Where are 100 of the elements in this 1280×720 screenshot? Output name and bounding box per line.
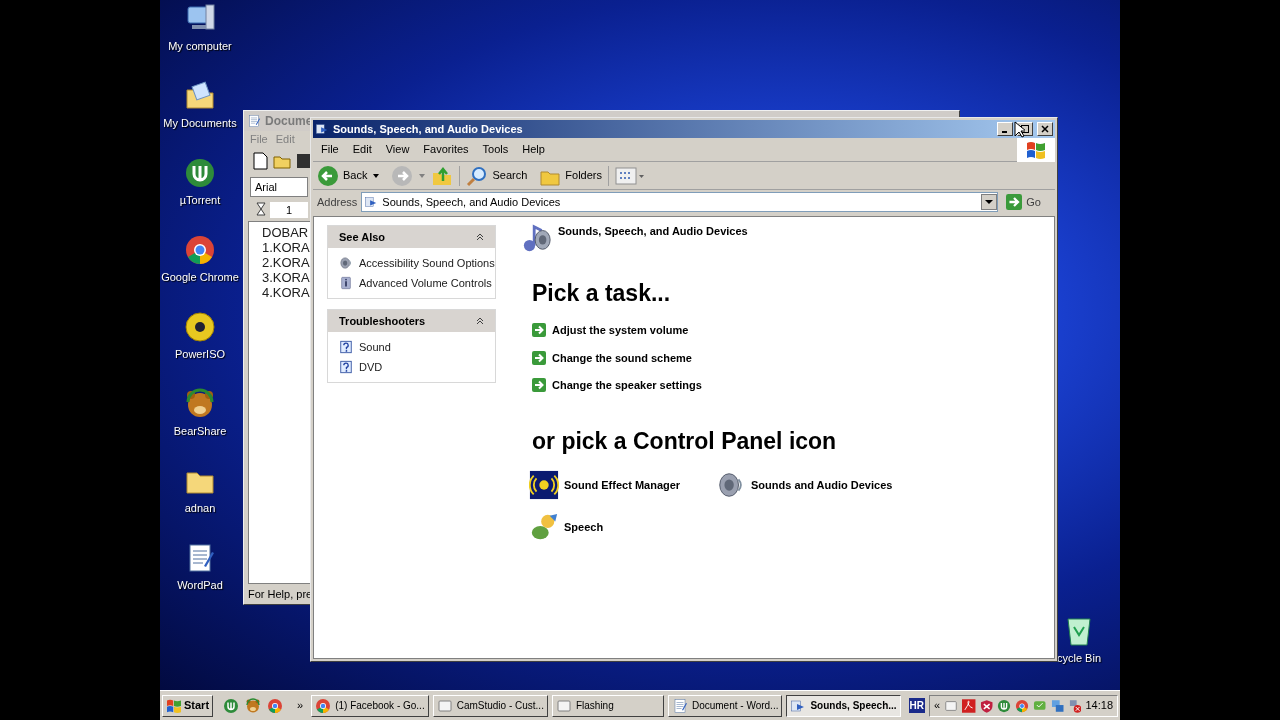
window-icon xyxy=(436,697,453,714)
collapse-chevron-icon[interactable] xyxy=(476,317,484,325)
maximize-icon xyxy=(1021,125,1029,133)
menu-item[interactable]: Tools xyxy=(482,141,509,158)
control-panel-link[interactable]: Speech xyxy=(564,518,604,536)
panel-link[interactable]: Advanced Volume Controls xyxy=(359,274,492,291)
menu-item[interactable]: View xyxy=(385,141,410,158)
window-icon xyxy=(555,697,572,714)
window-icon xyxy=(944,698,959,713)
info-icon xyxy=(339,275,353,290)
dropdown-caret-icon[interactable] xyxy=(373,173,380,178)
browser-icon xyxy=(1015,698,1030,713)
icons-heading: or pick a Control Panel icon xyxy=(532,426,838,456)
document-line: 4.KORA xyxy=(262,285,310,300)
address-label: Address xyxy=(317,194,358,210)
back-button[interactable]: Back xyxy=(317,164,368,187)
speaker-icon xyxy=(339,256,353,271)
shield-icon[interactable] xyxy=(979,698,994,713)
notepad-icon xyxy=(671,697,688,714)
clock: 14:18 xyxy=(1085,698,1113,714)
collapse-chevron-icon[interactable] xyxy=(476,233,484,241)
torrent-icon xyxy=(997,698,1012,713)
close-icon xyxy=(1041,125,1049,133)
folders-button[interactable]: Folders xyxy=(539,164,602,187)
language-indicator[interactable]: HR xyxy=(908,698,926,713)
task-heading: Pick a task... xyxy=(532,278,672,308)
desktop-icon-label[interactable]: PowerISO xyxy=(174,346,226,363)
task-link[interactable]: Change the speaker settings xyxy=(552,377,702,394)
recycle-bin-icon[interactable] xyxy=(1064,615,1094,647)
menu-item[interactable]: Favorites xyxy=(423,141,469,158)
taskbar-button[interactable]: (1) Facebook - Go... xyxy=(311,694,429,717)
taskbar-button[interactable]: Flashing xyxy=(551,694,664,717)
desktop-icon-label[interactable]: BearShare xyxy=(173,423,227,440)
menu-item[interactable]: File xyxy=(321,141,339,158)
close-button[interactable] xyxy=(1037,122,1053,136)
windows-logo-icon xyxy=(166,698,182,713)
desktop-icon-label[interactable]: adnan xyxy=(184,500,216,517)
dropdown-caret-icon[interactable] xyxy=(981,194,998,210)
signal-icon xyxy=(529,470,559,500)
document-line: 1.KORA xyxy=(262,240,310,255)
folder-icon xyxy=(184,80,216,112)
torrent-icon xyxy=(184,157,216,189)
arrow-icon xyxy=(532,350,546,365)
start-button[interactable]: Start xyxy=(162,694,214,717)
address-field[interactable]: Sounds, Speech, and Audio Devices xyxy=(361,192,999,212)
desktop-icon-label[interactable]: cycle Bin xyxy=(1057,650,1102,667)
arrow-icon xyxy=(1006,194,1023,210)
bear-icon xyxy=(184,388,216,420)
taskbar-button[interactable]: CamStudio - Cust... xyxy=(432,694,548,717)
control-panel-link[interactable]: Sounds and Audio Devices xyxy=(751,476,893,494)
panel-header[interactable]: Troubleshooters xyxy=(328,310,495,332)
taskbar-button[interactable]: Sounds, Speech... xyxy=(786,694,901,717)
browser-icon xyxy=(267,697,284,714)
new-file-icon[interactable] xyxy=(250,151,270,171)
browser-icon xyxy=(315,697,332,714)
document-line: 3.KORA xyxy=(262,270,310,285)
desktop-icon-label[interactable]: My computer xyxy=(168,38,232,55)
torrent-icon xyxy=(223,697,240,714)
notepad-icon xyxy=(247,114,261,128)
ruler-marker-icon[interactable] xyxy=(256,202,266,218)
font-field[interactable]: Arial xyxy=(250,177,308,197)
window-icon xyxy=(315,122,329,136)
minimize-button[interactable] xyxy=(997,122,1013,136)
desktop-icon-label[interactable]: My Documents xyxy=(163,115,237,132)
search-button[interactable]: Search xyxy=(466,164,528,187)
help-icon xyxy=(339,359,353,374)
panel-link[interactable]: DVD xyxy=(359,358,383,375)
category-header: Sounds, Speech, and Audio Devices xyxy=(558,224,748,239)
desktop-icon-label[interactable]: Google Chrome xyxy=(161,269,239,286)
tray-expand-button[interactable]: « xyxy=(934,697,941,714)
desktop-icon-label[interactable]: µTorrent xyxy=(179,192,221,209)
menu-item[interactable]: Help xyxy=(522,141,545,158)
desktop-icon-label[interactable]: WordPad xyxy=(177,577,223,594)
more-button[interactable]: » xyxy=(293,697,308,714)
menu-item[interactable]: Edit xyxy=(352,141,372,158)
pdf-icon[interactable] xyxy=(962,698,976,713)
search-icon xyxy=(466,164,489,187)
browser-icon xyxy=(184,234,216,266)
panel-link[interactable]: Accessibility Sound Options xyxy=(359,255,495,272)
document-line: 2.KORA xyxy=(262,255,310,270)
task-link[interactable]: Change the sound scheme xyxy=(552,349,692,366)
network-icon[interactable] xyxy=(1050,698,1064,713)
ruler: 1 xyxy=(270,201,309,219)
speech-icon xyxy=(529,512,559,542)
document-line: DOBAR xyxy=(262,225,309,240)
arrow-icon xyxy=(532,323,546,338)
music-speaker-icon xyxy=(522,223,552,254)
taskbar-button[interactable]: Document - Word... xyxy=(667,694,783,717)
window-title: Sounds, Speech, and Audio Devices xyxy=(333,121,524,137)
views-button-icon[interactable] xyxy=(615,166,645,185)
bear-icon xyxy=(245,697,262,714)
panel-link[interactable]: Sound xyxy=(359,339,391,356)
disc-icon xyxy=(184,311,216,343)
panel-header[interactable]: See Also xyxy=(328,226,495,248)
network-error-icon[interactable] xyxy=(1068,698,1082,713)
windows-logo-icon xyxy=(1026,140,1046,159)
control-panel-link[interactable]: Sound Effect Manager xyxy=(564,476,681,494)
task-link[interactable]: Adjust the system volume xyxy=(552,322,689,339)
go-button[interactable]: Go xyxy=(1002,193,1051,211)
help-icon xyxy=(339,340,353,355)
